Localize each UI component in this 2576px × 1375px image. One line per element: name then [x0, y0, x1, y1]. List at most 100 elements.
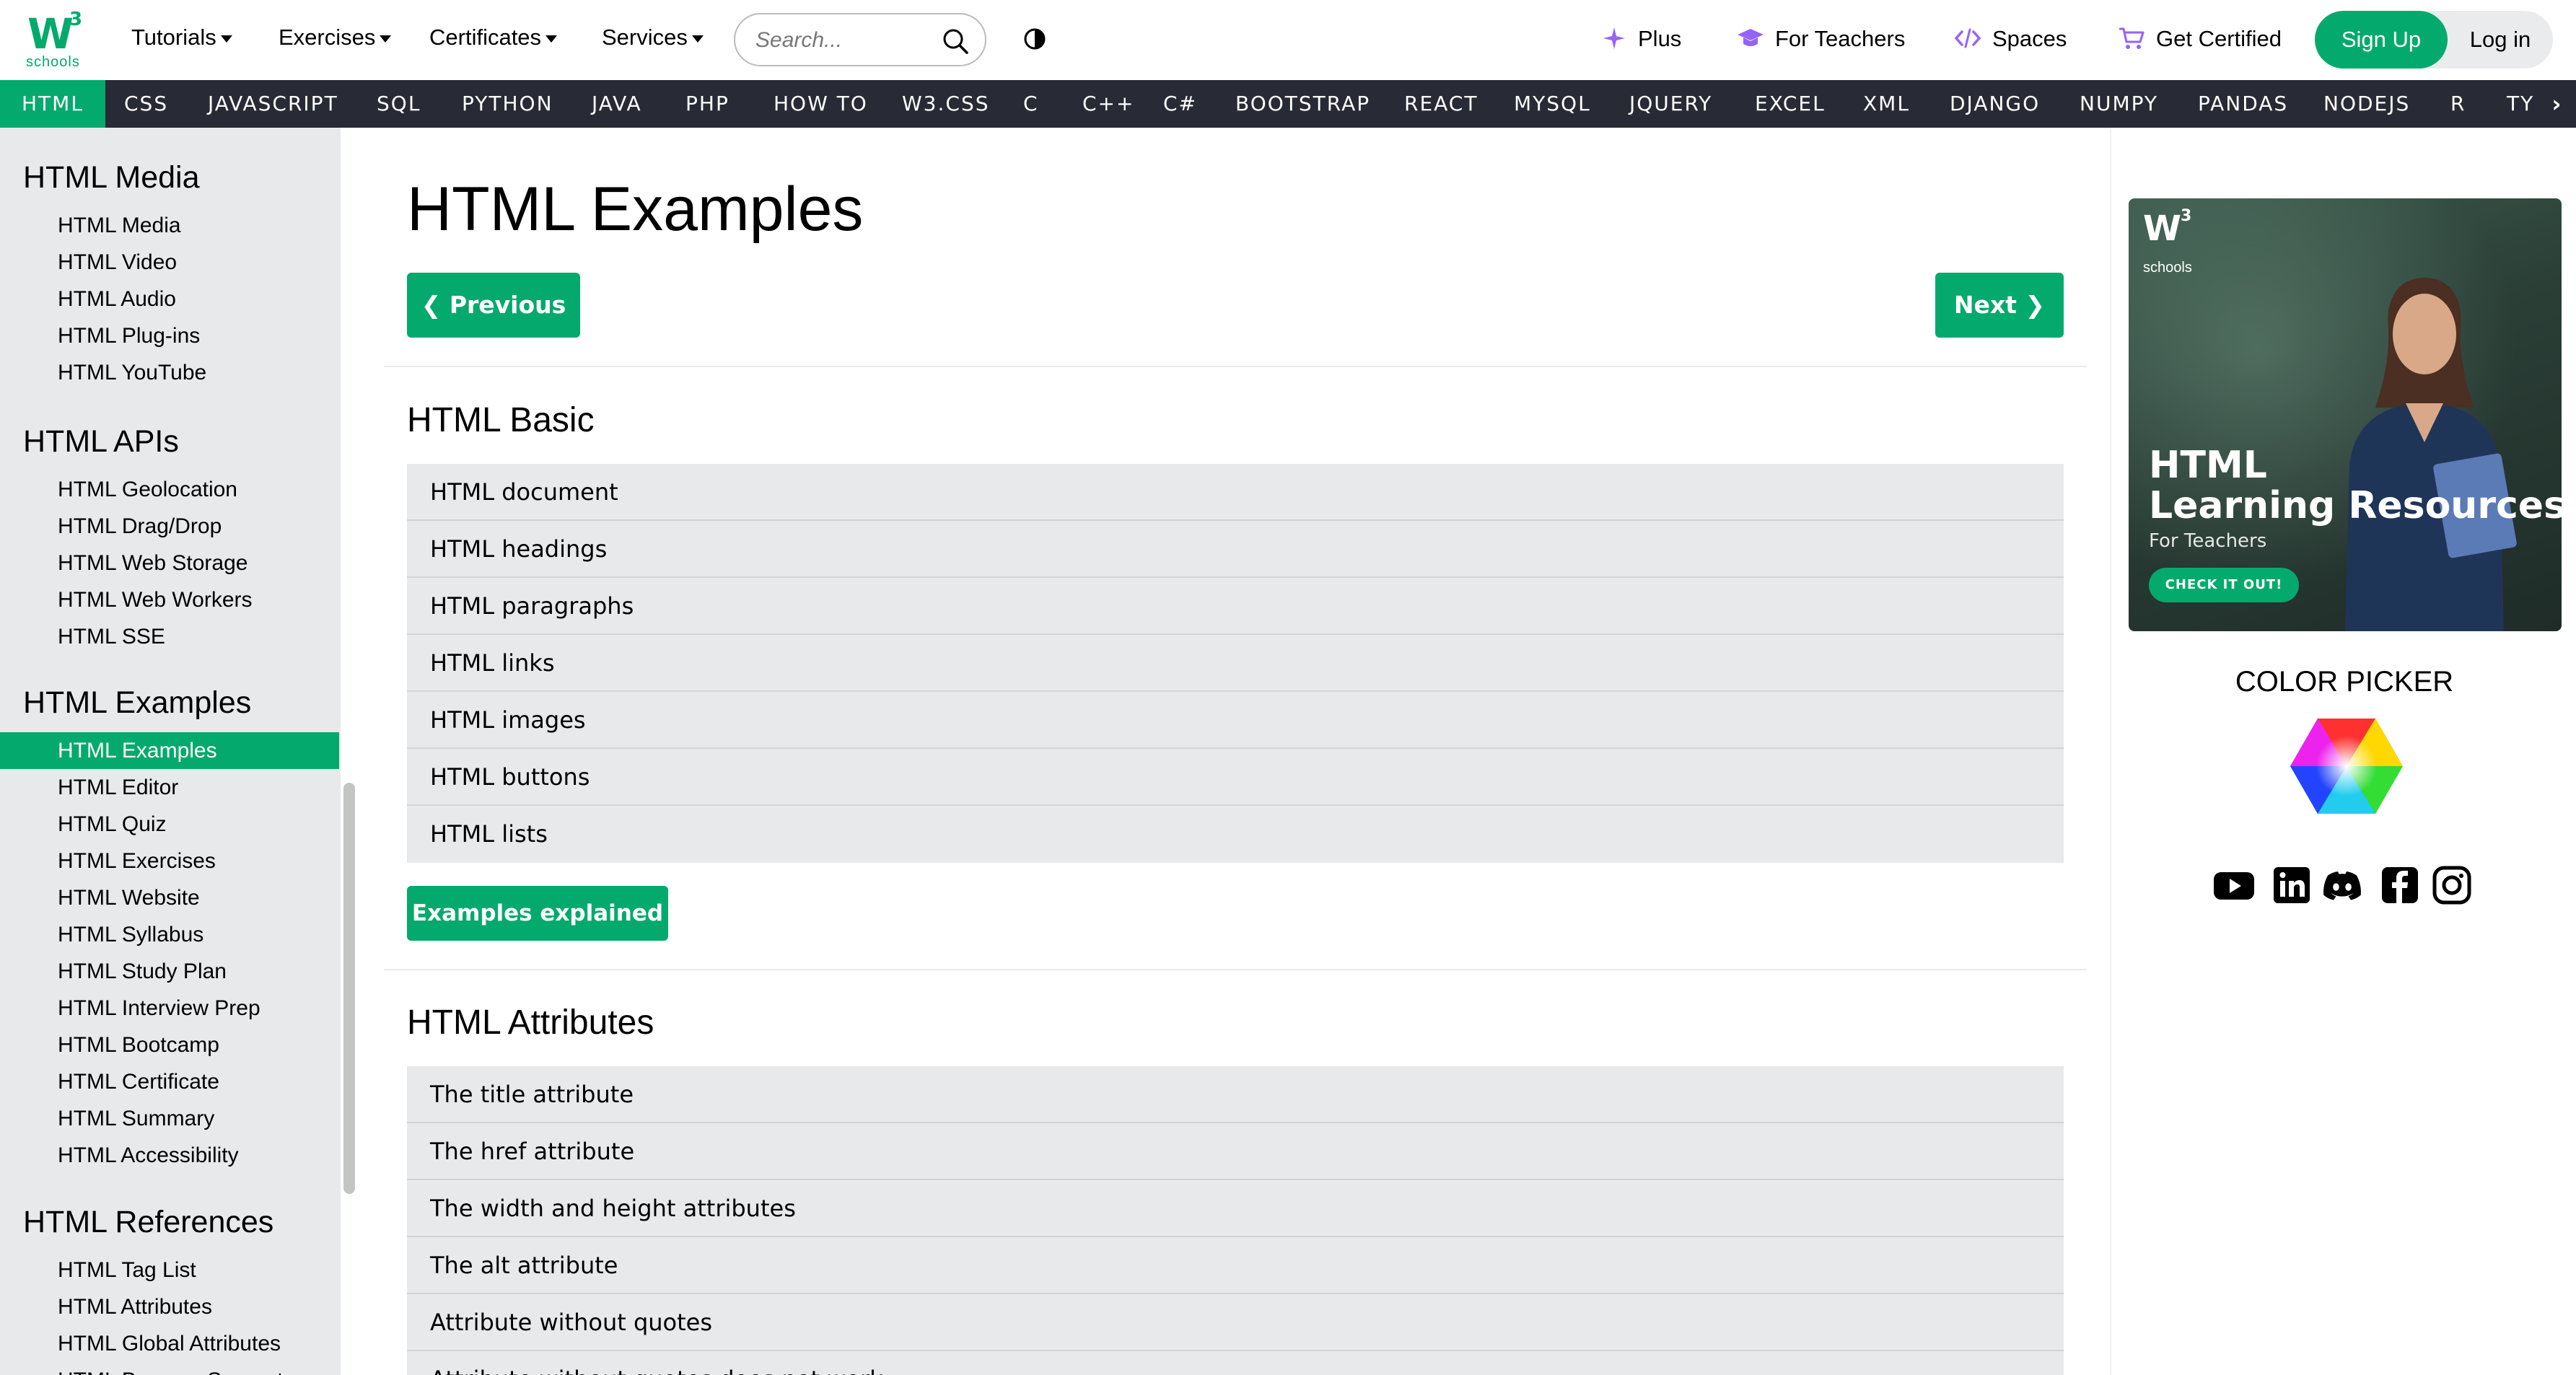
spaces-link[interactable]: Spaces: [1953, 27, 2067, 50]
sidebar-item-html-study-plan[interactable]: HTML Study Plan: [0, 953, 339, 990]
subnav-numpy[interactable]: NUMPY: [2080, 80, 2158, 128]
subnav-jquery[interactable]: JQUERY: [1629, 80, 1712, 128]
sidebar-heading-references: HTML References: [23, 1205, 274, 1239]
sidebar-item-html-exercises[interactable]: HTML Exercises: [0, 843, 339, 879]
subnav-cpp[interactable]: C++: [1082, 80, 1134, 128]
ad-check-it-out-button[interactable]: CHECK IT OUT!: [2149, 568, 2299, 602]
sidebar-item-html-syllabus[interactable]: HTML Syllabus: [0, 916, 339, 953]
sidebar-item-html-web-workers[interactable]: HTML Web Workers: [0, 581, 339, 618]
sidebar-item-html-certificate[interactable]: HTML Certificate: [0, 1063, 339, 1100]
sidebar-item-html-website[interactable]: HTML Website: [0, 879, 339, 916]
subnav-css[interactable]: CSS: [124, 80, 168, 128]
list-item-html-document[interactable]: HTML document: [407, 464, 2064, 521]
list-item-html-paragraphs[interactable]: HTML paragraphs: [407, 578, 2064, 635]
sidebar-item-html-summary[interactable]: HTML Summary: [0, 1100, 339, 1137]
dark-mode-toggle-icon[interactable]: [1023, 27, 1046, 50]
facebook-icon[interactable]: [2378, 864, 2422, 907]
divider: [384, 366, 2087, 367]
instagram-icon[interactable]: [2430, 864, 2474, 907]
sidebar-scrollbar[interactable]: [343, 783, 355, 1194]
nav-certificates[interactable]: Certificates: [429, 26, 558, 48]
color-picker-icon[interactable]: [2289, 716, 2404, 817]
subnav-pandas[interactable]: PANDAS: [2198, 80, 2288, 128]
divider: [384, 969, 2087, 970]
subnav-csharp[interactable]: C#: [1163, 80, 1197, 128]
list-item-href-attribute[interactable]: The href attribute: [407, 1123, 2064, 1180]
w3schools-logo[interactable]: W 3 schools: [22, 9, 87, 71]
list-item-width-height-attributes[interactable]: The width and height attributes: [407, 1180, 2064, 1237]
sidebar-item-html-editor[interactable]: HTML Editor: [0, 769, 339, 806]
caret-down-icon: [380, 35, 392, 43]
sidebar-item-html-bootcamp[interactable]: HTML Bootcamp: [0, 1027, 339, 1063]
subnav-php[interactable]: PHP: [685, 80, 730, 128]
nav-services-label: Services: [602, 25, 688, 50]
subnav-ty[interactable]: TY: [2507, 80, 2534, 128]
sidebar-item-html-video[interactable]: HTML Video: [0, 244, 339, 281]
subnav-sql[interactable]: SQL: [377, 80, 421, 128]
sidebar-item-html-sse[interactable]: HTML SSE: [0, 618, 339, 655]
list-item-html-links[interactable]: HTML links: [407, 635, 2064, 692]
discord-icon[interactable]: [2321, 864, 2364, 907]
subnav-nodejs[interactable]: NODEJS: [2323, 80, 2410, 128]
sidebar-item-html-media[interactable]: HTML Media: [0, 207, 339, 244]
graduation-cap-icon: [1738, 29, 1764, 46]
sidebar-item-html-interview-prep[interactable]: HTML Interview Prep: [0, 990, 339, 1027]
subnav-r[interactable]: R: [2450, 80, 2466, 128]
sign-up-button[interactable]: Sign Up: [2315, 11, 2448, 69]
list-item-alt-attribute[interactable]: The alt attribute: [407, 1237, 2064, 1294]
nav-tutorials[interactable]: Tutorials: [131, 26, 232, 48]
subnav-bootstrap[interactable]: BOOTSTRAP: [1235, 80, 1370, 128]
subnav-excel[interactable]: EXCEL: [1755, 80, 1826, 128]
subnav-how-to[interactable]: HOW TO: [774, 80, 868, 128]
get-certified-link[interactable]: Get Certified: [2117, 27, 2282, 50]
sidebar-item-html-audio[interactable]: HTML Audio: [0, 281, 339, 317]
subnav-java[interactable]: JAVA: [592, 80, 642, 128]
list-item-html-headings[interactable]: HTML headings: [407, 521, 2064, 578]
subnav-mysql[interactable]: MYSQL: [1514, 80, 1591, 128]
list-item-attribute-without-quotes[interactable]: Attribute without quotes: [407, 1294, 2064, 1351]
subnav-xml[interactable]: XML: [1863, 80, 1910, 128]
search-box[interactable]: [734, 13, 986, 66]
sidebar-item-html-plugins[interactable]: HTML Plug-ins: [0, 317, 339, 354]
sidebar-item-html-accessibility[interactable]: HTML Accessibility: [0, 1137, 339, 1174]
sidebar-item-html-web-storage[interactable]: HTML Web Storage: [0, 545, 339, 581]
subnav-react[interactable]: REACT: [1404, 80, 1478, 128]
teachers-ad-banner[interactable]: W 3 schools HTML Learning Resources For …: [2129, 198, 2562, 631]
nav-services[interactable]: Services: [602, 26, 704, 48]
sidebar-item-html-global-attributes[interactable]: HTML Global Attributes: [0, 1325, 339, 1362]
subnav-w3css[interactable]: W3.CSS: [902, 80, 990, 128]
nav-exercises[interactable]: Exercises: [279, 25, 392, 50]
nav-exercises-label: Exercises: [279, 25, 376, 50]
sidebar-item-html-youtube[interactable]: HTML YouTube: [0, 354, 339, 391]
sidebar-item-html-quiz[interactable]: HTML Quiz: [0, 806, 339, 843]
for-teachers-link[interactable]: For Teachers: [1736, 27, 1905, 50]
subnav-javascript[interactable]: JAVASCRIPT: [208, 80, 338, 128]
list-item-html-lists[interactable]: HTML lists: [407, 806, 2064, 863]
list-item-html-images[interactable]: HTML images: [407, 692, 2064, 749]
examples-explained-button[interactable]: Examples explained: [407, 886, 668, 941]
sidebar-item-html-attributes[interactable]: HTML Attributes: [0, 1288, 339, 1325]
sidebar-item-html-drag-drop[interactable]: HTML Drag/Drop: [0, 508, 339, 545]
linkedin-icon[interactable]: [2270, 864, 2313, 907]
search-input[interactable]: [755, 27, 943, 53]
subnav-django[interactable]: DJANGO: [1950, 80, 2040, 128]
ad-logo-main: W: [2143, 208, 2181, 249]
subnav-scroll-right-icon[interactable]: ›: [2537, 80, 2576, 128]
sidebar-item-html-tag-list[interactable]: HTML Tag List: [0, 1252, 339, 1288]
subnav-c[interactable]: C: [1023, 80, 1039, 128]
list-item-title-attribute[interactable]: The title attribute: [407, 1066, 2064, 1123]
list-item-attribute-without-quotes-fail[interactable]: Attribute without quotes does not work: [407, 1351, 2064, 1375]
sidebar-heading-media: HTML Media: [23, 160, 200, 195]
subnav-html[interactable]: HTML: [0, 80, 105, 128]
search-icon[interactable]: [942, 27, 969, 55]
youtube-icon[interactable]: [2212, 864, 2256, 907]
next-button[interactable]: Next ❯: [1935, 273, 2064, 338]
list-item-html-buttons[interactable]: HTML buttons: [407, 749, 2064, 806]
sidebar-item-html-geolocation[interactable]: HTML Geolocation: [0, 471, 339, 508]
sidebar-item-html-examples[interactable]: HTML Examples: [0, 732, 339, 769]
sidebar-item-html-browser-support[interactable]: HTML Browser Support: [0, 1362, 339, 1375]
log-in-button[interactable]: Log in: [2448, 11, 2553, 69]
plus-link[interactable]: Plus: [1600, 27, 1681, 50]
previous-button[interactable]: ❮ Previous: [407, 273, 580, 338]
subnav-python[interactable]: PYTHON: [462, 80, 553, 128]
